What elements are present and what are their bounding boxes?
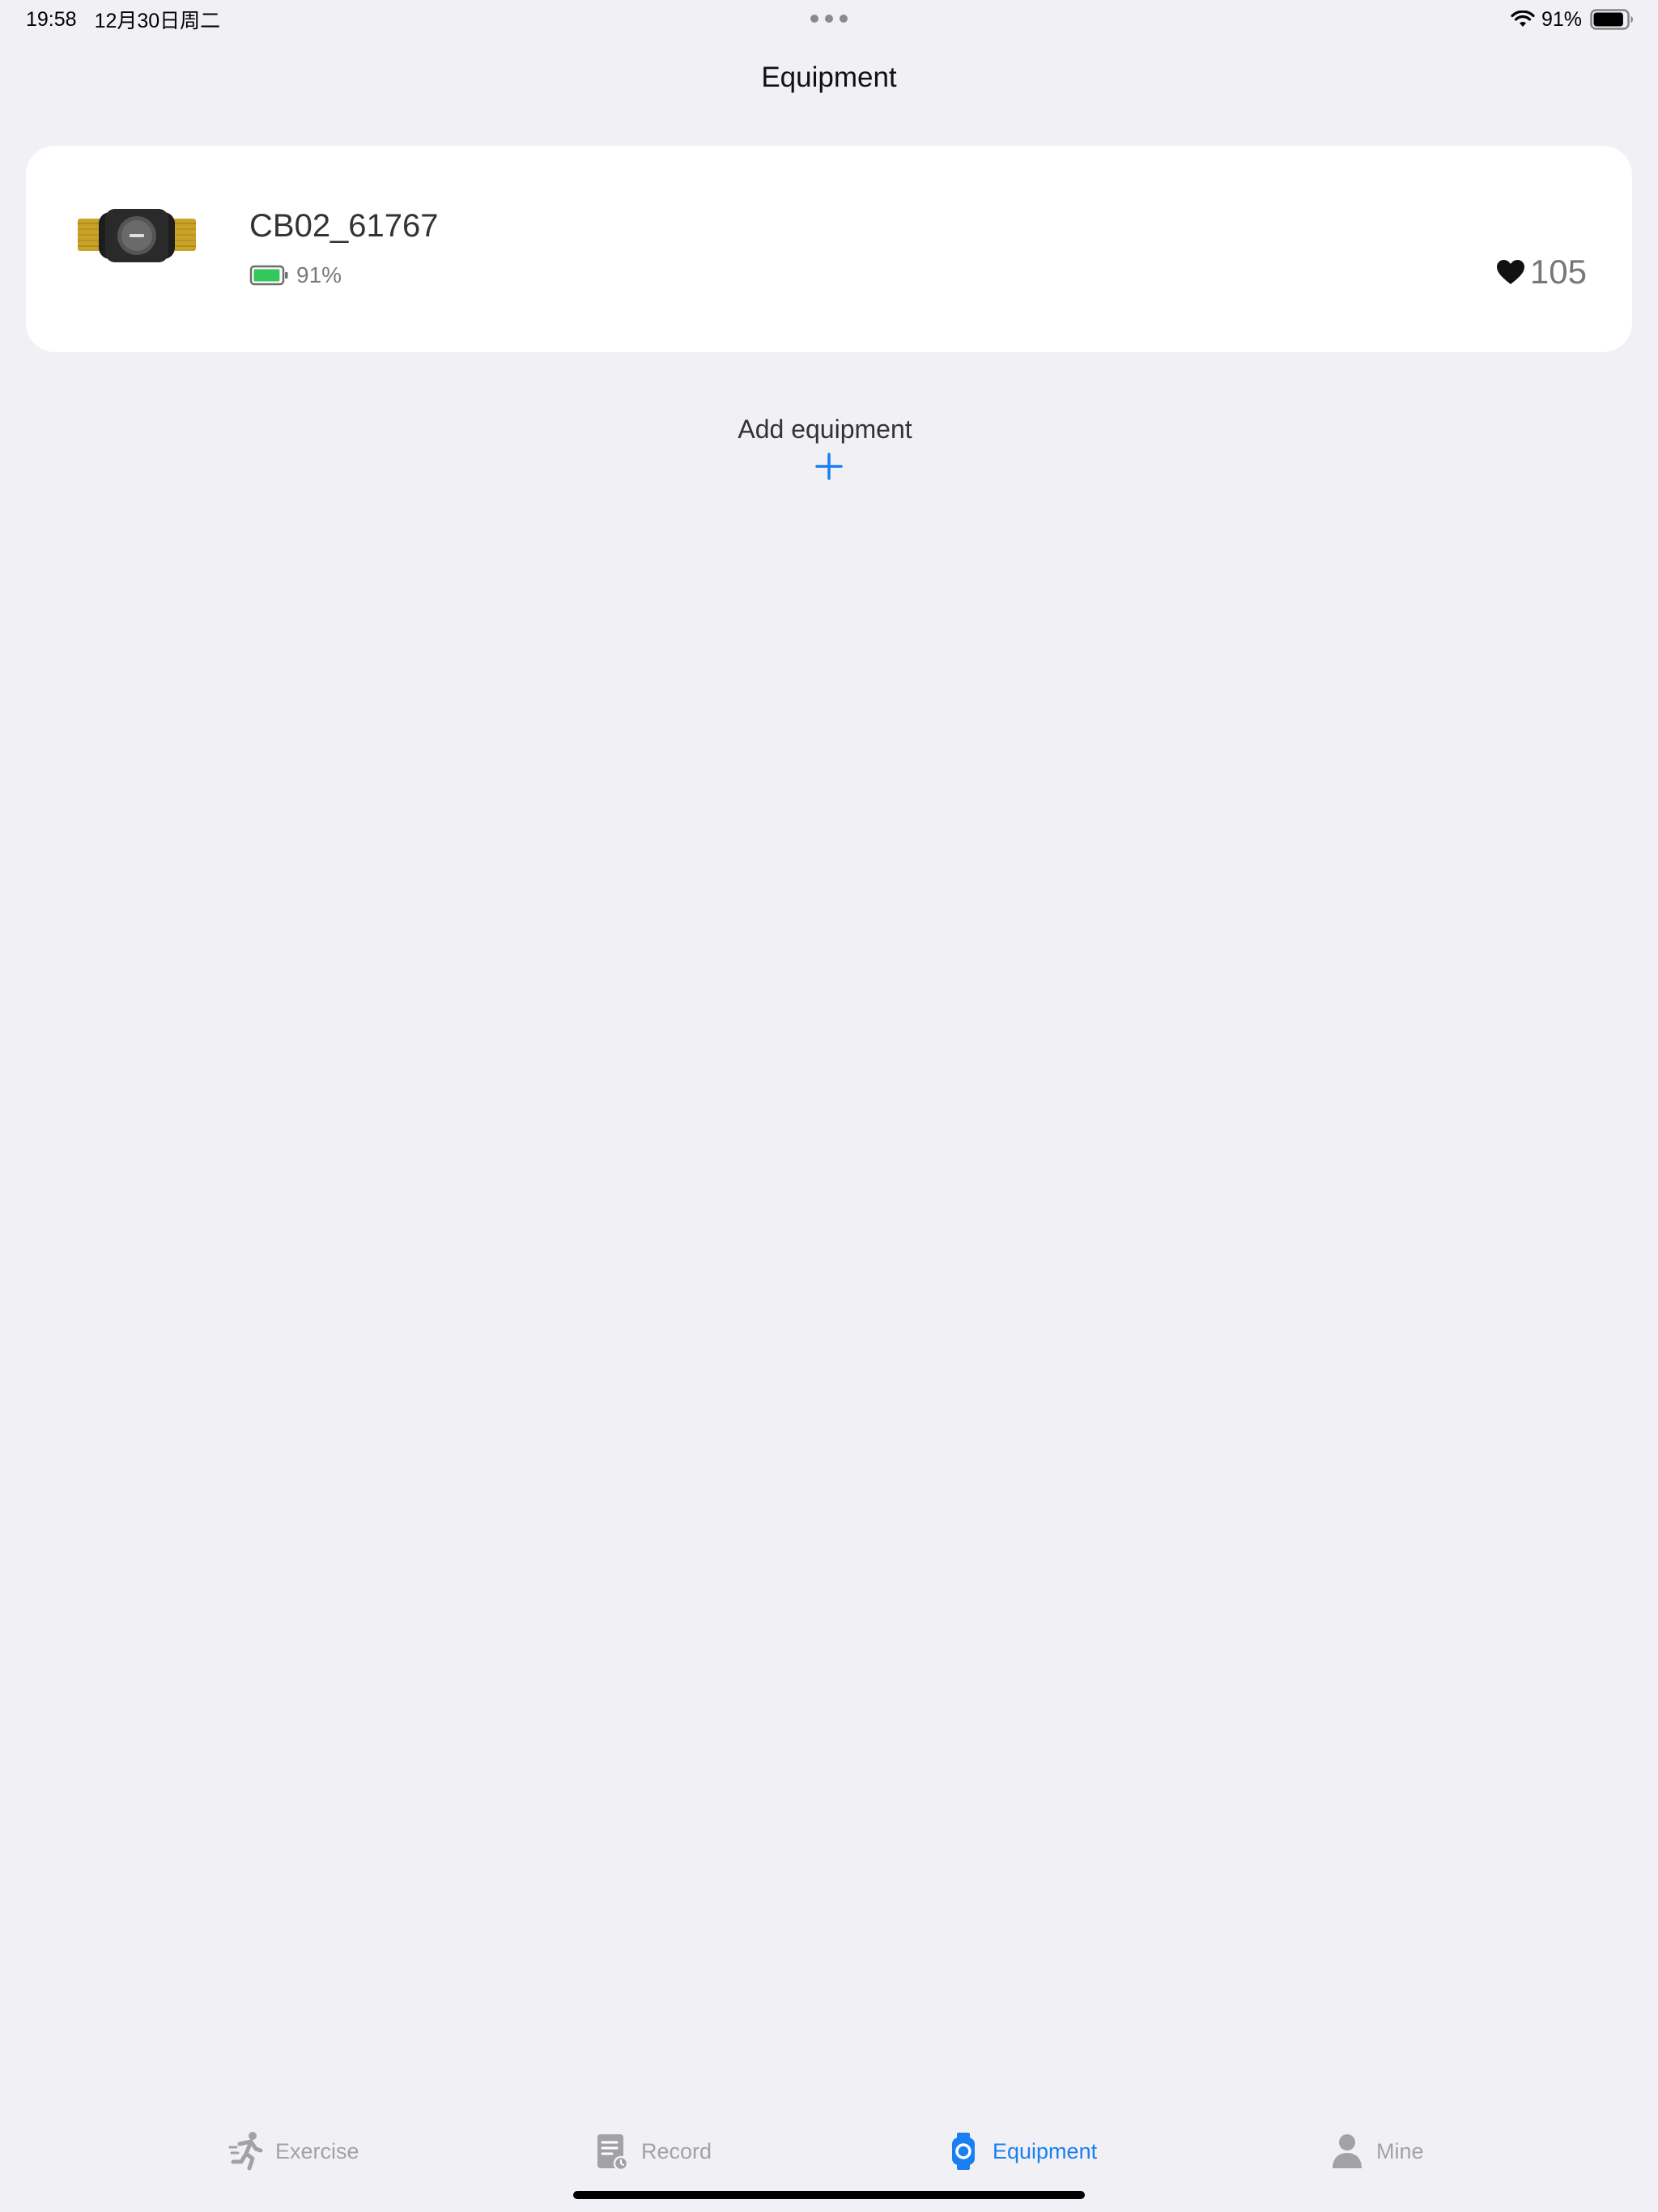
heart-rate: 105 [1496, 251, 1587, 293]
device-battery-icon [249, 265, 288, 286]
status-battery-percent: 91% [1541, 7, 1582, 31]
record-icon [597, 2134, 629, 2172]
status-bar-left: 19:58 12月30日周二 [26, 6, 221, 33]
status-time: 19:58 [26, 7, 77, 31]
tab-bar: Exercise Record Equipment Mine [0, 2115, 1658, 2188]
tab-exercise[interactable]: Exercise [228, 2115, 359, 2188]
page-title: Equipment [761, 62, 897, 93]
plus-icon[interactable] [814, 452, 844, 481]
heart-rate-monitor-image [78, 209, 196, 262]
tab-mine[interactable]: Mine [1329, 2115, 1424, 2188]
tab-record[interactable]: Record [594, 2115, 712, 2188]
device-battery: 91% [249, 259, 342, 291]
tab-equipment[interactable]: Equipment [946, 2115, 1097, 2188]
tab-record-label: Record [641, 2138, 712, 2163]
home-indicator[interactable] [573, 2191, 1085, 2199]
device-card[interactable]: CB02_61767 91% 105 [26, 146, 1632, 352]
device-battery-text: 91% [296, 262, 342, 287]
tab-equipment-label: Equipment [993, 2138, 1098, 2163]
watch-icon [952, 2133, 975, 2170]
add-equipment-label: Add equipment [738, 415, 912, 444]
equipment-screen: 19:58 12月30日周二 91% Equipment CB02_61767 … [0, 0, 1658, 2212]
status-date: 12月30日周二 [94, 10, 221, 32]
heart-icon [1496, 260, 1524, 284]
tab-exercise-label: Exercise [275, 2138, 359, 2163]
multitasking-dots-icon[interactable] [810, 13, 848, 24]
tab-mine-label: Mine [1376, 2138, 1424, 2163]
wifi-icon [1511, 11, 1535, 27]
heart-rate-value: 105 [1529, 253, 1587, 291]
person-icon [1333, 2134, 1362, 2168]
add-equipment-button[interactable]: Add equipment [0, 410, 1658, 491]
battery-icon [1590, 9, 1633, 30]
running-icon [228, 2132, 263, 2171]
status-bar-right: 91% [1511, 6, 1634, 32]
device-name: CB02_61767 [249, 208, 439, 244]
